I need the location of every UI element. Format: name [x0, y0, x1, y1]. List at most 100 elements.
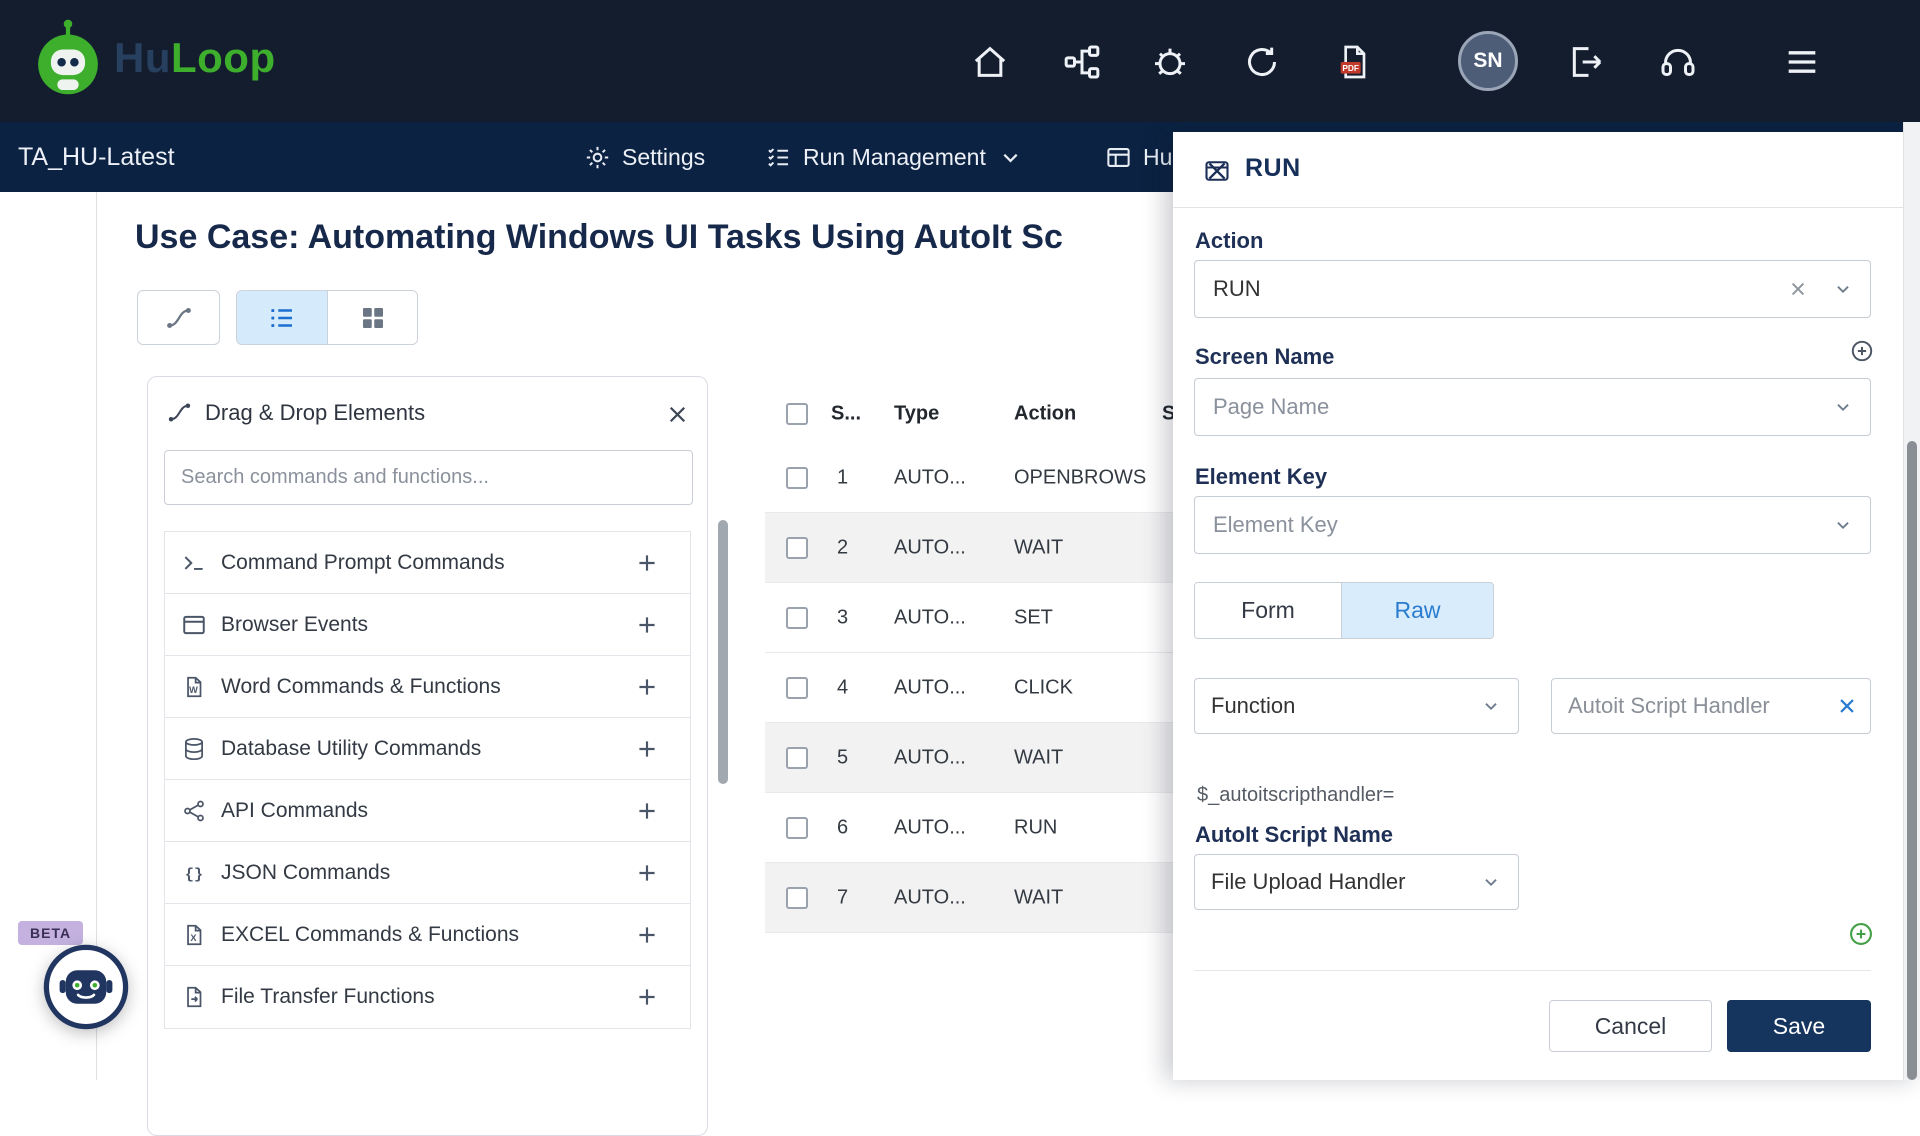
- workspace-name: TA_HU-Latest: [18, 142, 175, 171]
- save-button[interactable]: Save: [1727, 1000, 1871, 1052]
- function-select-value: Function: [1211, 693, 1296, 718]
- mode-toggle: Form Raw: [1194, 582, 1494, 639]
- view-toggle-group: [236, 290, 418, 345]
- plus-icon[interactable]: [634, 922, 660, 948]
- drag-drop-palette: Drag & Drop Elements Command Prompt Comm…: [147, 376, 708, 1136]
- form-mode-button[interactable]: Form: [1195, 583, 1341, 638]
- table-icon: [1105, 144, 1132, 171]
- cell-action: CLICK: [1014, 676, 1073, 698]
- sync-icon[interactable]: [1242, 42, 1282, 82]
- row-checkbox[interactable]: [786, 676, 808, 699]
- clear-icon[interactable]: [1836, 695, 1858, 717]
- avatar-initials: SN: [1473, 49, 1503, 72]
- workflow-icon[interactable]: [1062, 42, 1102, 82]
- row-checkbox[interactable]: [786, 746, 808, 769]
- plus-icon[interactable]: [634, 984, 660, 1010]
- svg-text:W: W: [189, 684, 198, 694]
- list-view-button[interactable]: [237, 291, 327, 344]
- cancel-button[interactable]: Cancel: [1549, 1000, 1712, 1052]
- palette-item-excel-commands[interactable]: X EXCEL Commands & Functions: [165, 904, 690, 966]
- svg-text:{}: {}: [185, 865, 203, 883]
- cell-action: RUN: [1014, 816, 1058, 838]
- row-checkbox[interactable]: [786, 816, 808, 839]
- screen-name-label: Screen Name: [1195, 344, 1335, 369]
- logout-icon[interactable]: [1566, 42, 1606, 82]
- cell-action: WAIT: [1014, 746, 1064, 768]
- function-value-input[interactable]: Autoit Script Handler: [1551, 678, 1871, 734]
- assistant-mascot[interactable]: [42, 943, 130, 1031]
- chevron-down-icon: [1480, 695, 1502, 717]
- cell-action: WAIT: [1014, 886, 1064, 908]
- chevron-down-icon: [997, 144, 1024, 171]
- palette-item-label: Browser Events: [221, 612, 369, 636]
- flow-view-button[interactable]: [137, 290, 220, 345]
- raw-mode-button[interactable]: Raw: [1341, 583, 1493, 638]
- clear-icon[interactable]: [1788, 279, 1808, 299]
- close-icon[interactable]: [1203, 157, 1231, 185]
- cell-action: SET: [1014, 606, 1053, 628]
- element-key-select[interactable]: Element Key: [1194, 496, 1871, 554]
- home-icon[interactable]: [970, 42, 1010, 82]
- palette-item-command-prompt[interactable]: Command Prompt Commands: [165, 532, 690, 594]
- plus-icon[interactable]: [634, 550, 660, 576]
- chevron-down-icon: [1832, 514, 1854, 536]
- avatar[interactable]: SN: [1458, 31, 1518, 91]
- script-name-select[interactable]: File Upload Handler: [1194, 854, 1519, 910]
- svg-text:PDF: PDF: [1342, 63, 1359, 73]
- file-transfer-icon: [181, 984, 207, 1010]
- database-icon: [181, 736, 207, 762]
- palette-item-file-transfer[interactable]: File Transfer Functions: [165, 966, 690, 1028]
- cell-seq: 1: [837, 466, 849, 488]
- content-scrollbar[interactable]: [718, 520, 728, 784]
- plus-icon[interactable]: [634, 798, 660, 824]
- footer-divider: [1194, 970, 1871, 971]
- pdf-export-icon[interactable]: PDF: [1334, 42, 1374, 82]
- nav-item-settings[interactable]: Settings: [584, 122, 705, 192]
- column-header-seq: S...: [831, 402, 862, 425]
- svg-text:X: X: [190, 932, 197, 942]
- select-all-checkbox[interactable]: [786, 403, 808, 425]
- palette-list: Command Prompt Commands Browser Events W: [164, 531, 691, 1029]
- nav-item-run-management[interactable]: Run Management: [765, 122, 1024, 192]
- cell-type: AUTO...: [894, 606, 966, 628]
- screen-name-select[interactable]: Page Name: [1194, 378, 1871, 436]
- add-parameter-icon[interactable]: [1847, 920, 1875, 948]
- window-scrollbar[interactable]: [1903, 122, 1920, 1080]
- close-icon[interactable]: [664, 401, 691, 428]
- cell-seq: 5: [837, 746, 849, 768]
- headset-icon[interactable]: [1658, 42, 1698, 82]
- function-input-value: Autoit Script Handler: [1568, 693, 1770, 718]
- topbar: HuLoop PDF SN: [0, 0, 1920, 122]
- palette-item-json-commands[interactable]: {} JSON Commands: [165, 842, 690, 904]
- window-scrollbar-thumb[interactable]: [1907, 441, 1917, 1080]
- huloop-logo[interactable]: HuLoop: [36, 16, 276, 100]
- add-screen-icon[interactable]: [1849, 338, 1875, 364]
- panel-title: RUN: [1245, 154, 1301, 182]
- row-checkbox[interactable]: [786, 886, 808, 909]
- row-checkbox[interactable]: [786, 466, 808, 489]
- action-value: RUN: [1213, 276, 1261, 301]
- palette-header: Drag & Drop Elements: [148, 377, 707, 444]
- function-select[interactable]: Function: [1194, 678, 1519, 734]
- action-select[interactable]: RUN: [1194, 260, 1871, 318]
- page-title: Use Case: Automating Windows UI Tasks Us…: [135, 218, 1063, 256]
- row-checkbox[interactable]: [786, 606, 808, 629]
- plus-icon[interactable]: [634, 612, 660, 638]
- row-checkbox[interactable]: [786, 536, 808, 559]
- palette-item-label: API Commands: [221, 798, 369, 822]
- bot-icon[interactable]: [1150, 42, 1190, 82]
- plus-icon[interactable]: [634, 736, 660, 762]
- palette-item-browser-events[interactable]: Browser Events: [165, 594, 690, 656]
- palette-search-input[interactable]: [164, 450, 693, 505]
- grid-view-button[interactable]: [327, 291, 417, 344]
- gear-icon: [584, 144, 611, 171]
- palette-item-api-commands[interactable]: API Commands: [165, 780, 690, 842]
- palette-item-database-utility[interactable]: Database Utility Commands: [165, 718, 690, 780]
- palette-title: Drag & Drop Elements: [205, 399, 426, 425]
- menu-icon[interactable]: [1782, 42, 1822, 82]
- plus-icon[interactable]: [634, 674, 660, 700]
- terminal-icon: [181, 550, 207, 576]
- plus-icon[interactable]: [634, 860, 660, 886]
- cell-type: AUTO...: [894, 816, 966, 838]
- palette-item-word-commands[interactable]: W Word Commands & Functions: [165, 656, 690, 718]
